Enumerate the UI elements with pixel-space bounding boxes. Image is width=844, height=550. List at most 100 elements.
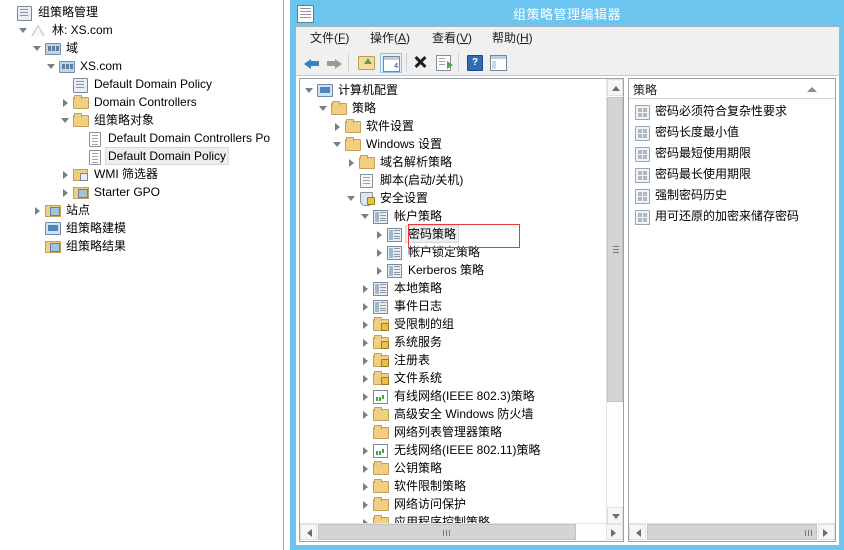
- menu-v[interactable]: 查看(V): [428, 30, 476, 46]
- gpme-tree-item-row[interactable]: 密码策略: [300, 225, 607, 243]
- gpme-tree-item-row[interactable]: Kerberos 策略: [300, 261, 607, 279]
- gpme-tree-item-row[interactable]: 注册表: [300, 351, 607, 369]
- gpme-tree-item-row[interactable]: Windows 设置: [300, 135, 607, 153]
- gpme-tree-item-row[interactable]: 公钥策略: [300, 459, 607, 477]
- horizontal-scroll-thumb[interactable]: [647, 524, 817, 540]
- gpme-tree-item-row[interactable]: 文件系统: [300, 369, 607, 387]
- gpme-tree-item-row[interactable]: 无线网络(IEEE 802.11)策略: [300, 441, 607, 459]
- policy-list[interactable]: 密码必须符合复杂性要求 密码长度最小值 密码最短使用期限 密码最长使用期限 强制密码历史…: [629, 99, 835, 523]
- expander-closed-icon[interactable]: [360, 333, 372, 351]
- gpmc-tree-item-row[interactable]: Starter GPO: [0, 183, 283, 201]
- gpme-tree-item-row[interactable]: 网络列表管理器策略: [300, 423, 607, 441]
- gpmc-tree-item-row[interactable]: 组策略管理: [0, 3, 283, 21]
- menu-a[interactable]: 操作(A): [366, 30, 414, 46]
- expander-open-icon[interactable]: [32, 39, 44, 57]
- policy-list-item[interactable]: 密码最长使用期限: [629, 164, 835, 185]
- expander-closed-icon[interactable]: [360, 369, 372, 387]
- gpmc-tree-item-row[interactable]: Default Domain Policy: [0, 75, 283, 93]
- expander-closed-icon[interactable]: [360, 495, 372, 513]
- list-column-header[interactable]: 策略: [629, 79, 835, 99]
- gpme-tree-item-row[interactable]: 脚本(启动/关机): [300, 171, 607, 189]
- show-hide-console-tree-button[interactable]: [488, 53, 508, 71]
- scroll-left-button[interactable]: [629, 524, 646, 540]
- expander-closed-icon[interactable]: [360, 315, 372, 333]
- expander-closed-icon[interactable]: [374, 243, 386, 261]
- gpme-tree-item-row[interactable]: 有线网络(IEEE 802.3)策略: [300, 387, 607, 405]
- expander-open-icon[interactable]: [332, 135, 344, 153]
- expander-open-icon[interactable]: [304, 81, 316, 99]
- expander-open-icon[interactable]: [346, 189, 358, 207]
- gpmc-tree-item-row[interactable]: Domain Controllers: [0, 93, 283, 111]
- expander-open-icon[interactable]: [46, 57, 58, 75]
- gpme-tree-item-row[interactable]: 网络访问保护: [300, 495, 607, 513]
- gpme-console-tree[interactable]: 计算机配置 策略 软件设置 Windows 设置 域名解析策略 脚本(启动/关机) 安全设置…: [300, 79, 607, 524]
- expander-closed-icon[interactable]: [60, 93, 72, 111]
- gpmc-tree-item-row[interactable]: 组策略结果: [0, 237, 283, 255]
- expander-open-icon[interactable]: [318, 99, 330, 117]
- vertical-scroll-thumb[interactable]: [607, 97, 623, 402]
- tree-horizontal-scrollbar[interactable]: [300, 523, 623, 541]
- gpmc-tree-item-row[interactable]: Default Domain Policy: [0, 147, 283, 165]
- gpme-tree-item-row[interactable]: 计算机配置: [300, 81, 607, 99]
- expander-closed-icon[interactable]: [360, 477, 372, 495]
- gpme-tree-item-row[interactable]: 事件日志: [300, 297, 607, 315]
- expander-closed-icon[interactable]: [60, 165, 72, 183]
- gpmc-tree-item-row[interactable]: 组策略对象: [0, 111, 283, 129]
- gpme-tree-item-row[interactable]: 软件设置: [300, 117, 607, 135]
- gpmc-tree-item-row[interactable]: 站点: [0, 201, 283, 219]
- up-one-level-button[interactable]: [356, 53, 376, 71]
- menu-f[interactable]: 文件(F): [306, 30, 353, 46]
- gpmc-tree-item-row[interactable]: 域: [0, 39, 283, 57]
- menu-h[interactable]: 帮助(H): [488, 30, 537, 46]
- delete-button[interactable]: [410, 53, 430, 71]
- horizontal-scroll-thumb[interactable]: [318, 524, 576, 540]
- scroll-right-button[interactable]: [606, 524, 623, 540]
- expander-closed-icon[interactable]: [332, 117, 344, 135]
- scroll-down-button[interactable]: [607, 507, 623, 524]
- expander-open-icon[interactable]: [18, 21, 30, 39]
- gpme-tree-item-row[interactable]: 系统服务: [300, 333, 607, 351]
- scroll-up-button[interactable]: [607, 79, 623, 96]
- expander-closed-icon[interactable]: [360, 441, 372, 459]
- properties-button[interactable]: 4: [380, 53, 402, 73]
- expander-closed-icon[interactable]: [360, 387, 372, 405]
- gpmc-console-tree[interactable]: 组策略管理 林: XS.com 域 XS.com Default Domain Poli…: [0, 0, 283, 550]
- expander-open-icon[interactable]: [360, 207, 372, 225]
- export-list-button[interactable]: [434, 53, 454, 71]
- gpme-tree-item-row[interactable]: 策略: [300, 99, 607, 117]
- forward-button[interactable]: [324, 53, 344, 71]
- expander-closed-icon[interactable]: [374, 261, 386, 279]
- expander-closed-icon[interactable]: [32, 201, 44, 219]
- expander-closed-icon[interactable]: [360, 279, 372, 297]
- gpme-tree-item-row[interactable]: 高级安全 Windows 防火墙: [300, 405, 607, 423]
- policy-list-item[interactable]: 强制密码历史: [629, 185, 835, 206]
- gpmc-tree-item-row[interactable]: 林: XS.com: [0, 21, 283, 39]
- gpme-tree-item-row[interactable]: 帐户锁定策略: [300, 243, 607, 261]
- tree-vertical-scrollbar[interactable]: [606, 79, 623, 524]
- gpmc-tree-item-row[interactable]: XS.com: [0, 57, 283, 75]
- policy-list-item[interactable]: 密码最短使用期限: [629, 143, 835, 164]
- gpme-tree-item-row[interactable]: 受限制的组: [300, 315, 607, 333]
- policy-list-item[interactable]: 密码长度最小值: [629, 122, 835, 143]
- scroll-left-button[interactable]: [300, 524, 317, 540]
- gpme-tree-item-row[interactable]: 软件限制策略: [300, 477, 607, 495]
- gpmc-tree-item-row[interactable]: WMI 筛选器: [0, 165, 283, 183]
- scroll-right-button[interactable]: [818, 524, 835, 540]
- column-header-policy[interactable]: 策略: [633, 81, 657, 98]
- gpme-tree-item-row[interactable]: 域名解析策略: [300, 153, 607, 171]
- gpme-tree-item-row[interactable]: 本地策略: [300, 279, 607, 297]
- gpme-tree-item-row[interactable]: 帐户策略: [300, 207, 607, 225]
- expander-closed-icon[interactable]: [346, 153, 358, 171]
- back-button[interactable]: [302, 53, 322, 71]
- help-button[interactable]: ?: [464, 53, 484, 71]
- expander-closed-icon[interactable]: [360, 351, 372, 369]
- expander-closed-icon[interactable]: [360, 297, 372, 315]
- gpmc-tree-item-row[interactable]: Default Domain Controllers Po: [0, 129, 283, 147]
- expander-closed-icon[interactable]: [360, 405, 372, 423]
- list-horizontal-scrollbar[interactable]: [629, 523, 835, 541]
- gpmc-tree-item-row[interactable]: 组策略建模: [0, 219, 283, 237]
- policy-list-item[interactable]: 用可还原的加密来储存密码: [629, 206, 835, 227]
- expander-closed-icon[interactable]: [360, 459, 372, 477]
- gpme-tree-item-row[interactable]: 安全设置: [300, 189, 607, 207]
- expander-closed-icon[interactable]: [374, 225, 386, 243]
